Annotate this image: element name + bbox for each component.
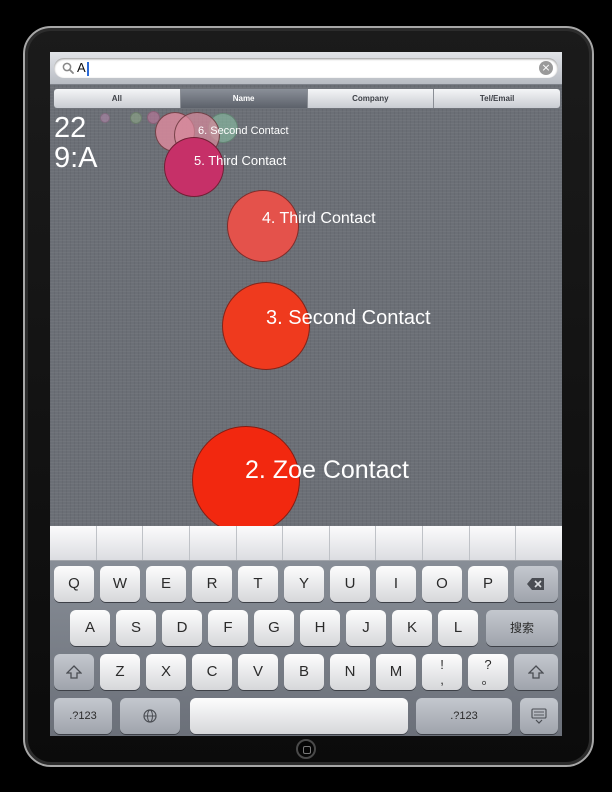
clear-icon[interactable]: ×: [539, 61, 553, 75]
corner-label-top: 22: [54, 112, 87, 144]
candidate-bar: [50, 526, 562, 561]
key-c[interactable]: C: [192, 654, 232, 690]
candidate-slot[interactable]: [97, 526, 144, 560]
globe-key[interactable]: [120, 698, 180, 734]
candidate-slot[interactable]: [330, 526, 377, 560]
candidate-slot[interactable]: [143, 526, 190, 560]
key-j[interactable]: J: [346, 610, 386, 646]
home-button[interactable]: [296, 739, 316, 759]
contact-label-5: 5. Third Contact: [194, 153, 287, 168]
key-u[interactable]: U: [330, 566, 370, 602]
candidate-slot[interactable]: [470, 526, 517, 560]
key-r[interactable]: R: [192, 566, 232, 602]
key-n[interactable]: N: [330, 654, 370, 690]
faint-bubble: [130, 112, 142, 124]
key-m[interactable]: M: [376, 654, 416, 690]
key-f[interactable]: F: [208, 610, 248, 646]
candidate-slot[interactable]: [50, 526, 97, 560]
key-o[interactable]: O: [422, 566, 462, 602]
search-bar: A ×: [50, 52, 562, 85]
shift-key-left[interactable]: [54, 654, 94, 690]
shift-key-right[interactable]: [514, 654, 558, 690]
key-d[interactable]: D: [162, 610, 202, 646]
contact-label-2: 2. Zoe Contact: [245, 456, 409, 484]
key-x[interactable]: X: [146, 654, 186, 690]
key-z[interactable]: Z: [100, 654, 140, 690]
faint-bubble: [100, 113, 110, 123]
key-v[interactable]: V: [238, 654, 278, 690]
text-cursor: [86, 61, 89, 76]
tab-name[interactable]: Name: [180, 89, 308, 108]
key-s[interactable]: S: [116, 610, 156, 646]
globe-icon: [143, 709, 157, 723]
search-query: A: [77, 60, 89, 76]
key-g[interactable]: G: [254, 610, 294, 646]
numbers-key-left[interactable]: .?123: [54, 698, 112, 734]
key-exclaim-comma[interactable]: ! ,: [422, 654, 462, 690]
contact-label-3: 3. Second Contact: [266, 307, 431, 329]
key-w[interactable]: W: [100, 566, 140, 602]
keyboard: Q W E R T Y U I O P A S D F G H J K L 搜索: [50, 526, 562, 736]
shift-icon: [527, 665, 545, 679]
tab-all[interactable]: All: [54, 89, 181, 108]
key-a[interactable]: A: [70, 610, 110, 646]
key-h[interactable]: H: [300, 610, 340, 646]
tab-tel-email[interactable]: Tel/Email: [434, 89, 560, 108]
key-b[interactable]: B: [284, 654, 324, 690]
key-question-period[interactable]: ? 。: [468, 654, 508, 690]
search-icon: [62, 62, 74, 74]
key-e[interactable]: E: [146, 566, 186, 602]
tab-company[interactable]: Company: [307, 89, 435, 108]
hide-keyboard-key[interactable]: [520, 698, 558, 734]
key-i[interactable]: I: [376, 566, 416, 602]
candidate-slot[interactable]: [237, 526, 284, 560]
search-input[interactable]: A ×: [54, 58, 558, 78]
backspace-key[interactable]: [514, 566, 558, 602]
filter-segmented-control: All Name Company Tel/Email: [53, 88, 561, 109]
space-key[interactable]: [190, 698, 408, 734]
key-l[interactable]: L: [438, 610, 478, 646]
key-p[interactable]: P: [468, 566, 508, 602]
key-k[interactable]: K: [392, 610, 432, 646]
candidate-slot[interactable]: [190, 526, 237, 560]
corner-label-bottom: 9:A: [54, 142, 98, 174]
candidate-slot[interactable]: [283, 526, 330, 560]
search-key[interactable]: 搜索: [486, 610, 558, 646]
key-y[interactable]: Y: [284, 566, 324, 602]
key-q[interactable]: Q: [54, 566, 94, 602]
key-t[interactable]: T: [238, 566, 278, 602]
contact-label-4: 4. Third Contact: [262, 210, 376, 227]
contact-label-6: 6. Second Contact: [198, 125, 289, 137]
candidate-slot[interactable]: [516, 526, 562, 560]
candidate-slot[interactable]: [423, 526, 470, 560]
candidate-slot[interactable]: [376, 526, 424, 560]
hide-keyboard-icon: [531, 708, 547, 724]
numbers-key-right[interactable]: .?123: [416, 698, 512, 734]
backspace-icon: [527, 578, 544, 591]
shift-icon: [65, 665, 83, 679]
screen: A × All Name Company Tel/Email 22 9:A 6.…: [50, 52, 562, 736]
